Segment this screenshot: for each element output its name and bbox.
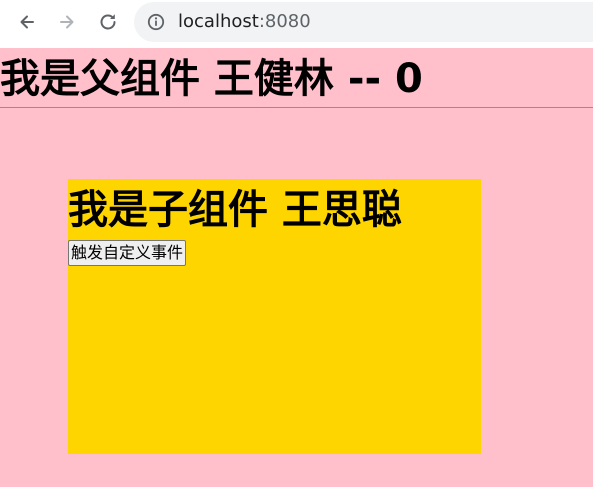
- reload-button[interactable]: [94, 8, 122, 36]
- emit-custom-event-button[interactable]: 触发自定义事件: [68, 240, 187, 266]
- url-port: :8080: [258, 11, 311, 32]
- child-title: 我是子组件 王思聪: [68, 187, 402, 233]
- back-button[interactable]: [13, 8, 41, 36]
- divider: [0, 107, 593, 108]
- url-text: localhost:8080: [178, 11, 311, 32]
- forward-button[interactable]: [53, 8, 81, 36]
- parent-title: 我是父组件 王健林 -- 0: [0, 56, 423, 102]
- url-host: localhost: [178, 11, 259, 32]
- arrow-left-icon: [20, 15, 34, 29]
- child-component: 我是子组件 王思聪 触发自定义事件: [68, 179, 481, 454]
- browser-toolbar: localhost:8080: [0, 0, 593, 45]
- arrow-right-icon: [60, 15, 74, 29]
- reload-icon: [100, 14, 116, 30]
- address-bar[interactable]: localhost:8080: [134, 2, 593, 42]
- info-icon[interactable]: [147, 13, 165, 31]
- parent-component: 我是父组件 王健林 -- 0 我是子组件 王思聪 触发自定义事件: [0, 48, 593, 487]
